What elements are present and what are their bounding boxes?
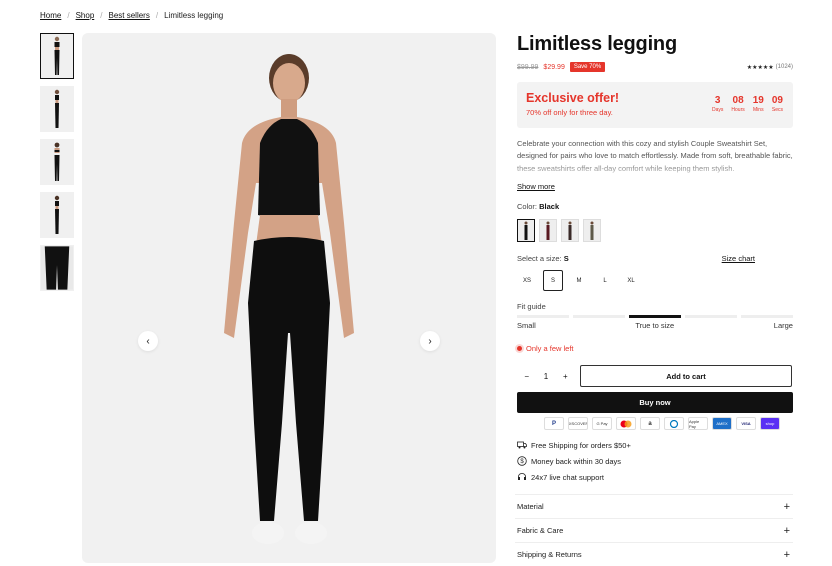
- thumbnail-list: [40, 33, 75, 298]
- breadcrumb-current: Limitless legging: [164, 11, 224, 20]
- offer-banner: Exclusive offer! 70% off only for three …: [517, 82, 793, 128]
- quantity-stepper: − 1 +: [517, 365, 575, 387]
- countdown-hours: 08 Hours: [731, 95, 745, 113]
- thumbnail-side[interactable]: [40, 86, 74, 132]
- feature-support: 24x7 live chat support: [517, 472, 604, 482]
- size-s[interactable]: S: [543, 270, 563, 291]
- fit-guide-labels: Small True to size Large: [517, 321, 793, 330]
- countdown-mins: 19 Mins: [752, 95, 764, 113]
- breadcrumb-best-sellers[interactable]: Best sellers: [109, 11, 150, 20]
- gpay-icon: G Pay: [592, 417, 612, 430]
- amex-icon: AMEX: [712, 417, 732, 430]
- shop-pay-icon: shop: [760, 417, 780, 430]
- svg-text:$: $: [520, 459, 524, 465]
- thumbnail-back[interactable]: [40, 139, 74, 185]
- swatch-black[interactable]: [517, 219, 535, 242]
- size-chart-link[interactable]: Size chart: [722, 254, 755, 263]
- qty-value[interactable]: 1: [544, 372, 548, 381]
- prev-image-button[interactable]: ‹: [138, 331, 158, 351]
- stock-dot-icon: [517, 346, 522, 351]
- fit-large: Large: [773, 321, 793, 330]
- chevron-right-icon: ›: [428, 335, 432, 347]
- payment-methods: P DISCOVER G Pay a Apple Pay AMEX VISA s…: [544, 417, 780, 430]
- qty-minus-button[interactable]: −: [524, 372, 529, 381]
- show-more-link[interactable]: Show more: [517, 182, 555, 191]
- visa-icon: VISA: [736, 417, 756, 430]
- star-rating-icon: ★★★★★: [746, 64, 774, 71]
- save-badge: Save 70%: [569, 62, 606, 72]
- chevron-left-icon: ‹: [146, 335, 150, 347]
- fit-small: Small: [517, 321, 536, 330]
- rating-count: (1024): [775, 64, 793, 70]
- paypal-icon: P: [544, 417, 564, 430]
- breadcrumb-home[interactable]: Home: [40, 11, 61, 20]
- plus-icon: +: [783, 524, 790, 537]
- buy-now-button[interactable]: Buy now: [517, 392, 793, 413]
- fit-guide-bar: [517, 315, 793, 318]
- breadcrumb-separator: /: [155, 11, 159, 20]
- product-title: Limitless legging: [517, 33, 677, 55]
- feature-shipping: Free Shipping for orders $50+: [517, 440, 631, 450]
- truck-icon: [517, 440, 527, 450]
- countdown: 3 Days 08 Hours 19 Mins 09 Secs: [712, 95, 783, 113]
- stock-status: Only a few left: [517, 344, 574, 353]
- breadcrumb: Home / Shop / Best sellers / Limitless l…: [40, 11, 223, 20]
- thumbnail-side-2[interactable]: [40, 192, 74, 238]
- description-fade: [517, 160, 793, 182]
- sale-price: $29.99: [543, 63, 565, 71]
- size-label: Select a size: S: [517, 254, 569, 263]
- size-xs[interactable]: XS: [517, 270, 537, 291]
- size-options: XS S M L XL: [517, 270, 641, 291]
- color-label: Color: Black: [517, 202, 560, 211]
- old-price: $99.99: [517, 63, 539, 71]
- add-to-cart-button[interactable]: Add to cart: [580, 365, 792, 387]
- breadcrumb-shop[interactable]: Shop: [76, 11, 95, 20]
- countdown-days: 3 Days: [712, 95, 724, 113]
- plus-icon: +: [783, 500, 790, 513]
- price-row: $99.99 $29.99 Save 70% ★★★★★ (1024): [517, 62, 793, 72]
- model-illustration: [224, 54, 354, 544]
- accordion-shipping-returns[interactable]: Shipping & Returns +: [515, 542, 793, 566]
- mastercard-icon: [616, 417, 636, 430]
- size-value: S: [563, 254, 569, 263]
- breadcrumb-separator: /: [100, 11, 103, 20]
- accordion-fabric-care[interactable]: Fabric & Care +: [515, 518, 793, 542]
- thumbnail-front[interactable]: [40, 33, 74, 79]
- color-swatches: [517, 219, 601, 242]
- breadcrumb-separator: /: [67, 11, 70, 20]
- swatch-olive[interactable]: [583, 219, 601, 242]
- swatch-burgundy[interactable]: [539, 219, 557, 242]
- size-l[interactable]: L: [595, 270, 615, 291]
- fit-guide-label: Fit guide: [517, 302, 546, 311]
- thumbnail-closeup[interactable]: [40, 245, 74, 291]
- size-m[interactable]: M: [569, 270, 589, 291]
- countdown-secs: 09 Secs: [771, 95, 783, 113]
- rating[interactable]: ★★★★★ (1024): [747, 64, 793, 71]
- discover-icon: DISCOVER: [568, 417, 588, 430]
- accordion-material[interactable]: Material +: [515, 494, 793, 518]
- color-value: Black: [539, 202, 560, 211]
- product-main-image: ‹ ›: [82, 33, 496, 563]
- dollar-icon: $: [517, 456, 527, 466]
- qty-plus-button[interactable]: +: [563, 372, 568, 381]
- plus-icon: +: [783, 548, 790, 561]
- headset-icon: [517, 472, 527, 482]
- fit-true-to-size: True to size: [635, 321, 675, 330]
- amazon-icon: a: [640, 417, 660, 430]
- swatch-brown[interactable]: [561, 219, 579, 242]
- next-image-button[interactable]: ›: [420, 331, 440, 351]
- diners-icon: [664, 417, 684, 430]
- feature-money-back: $ Money back within 30 days: [517, 456, 621, 466]
- applepay-icon: Apple Pay: [688, 417, 708, 430]
- size-xl[interactable]: XL: [621, 270, 641, 291]
